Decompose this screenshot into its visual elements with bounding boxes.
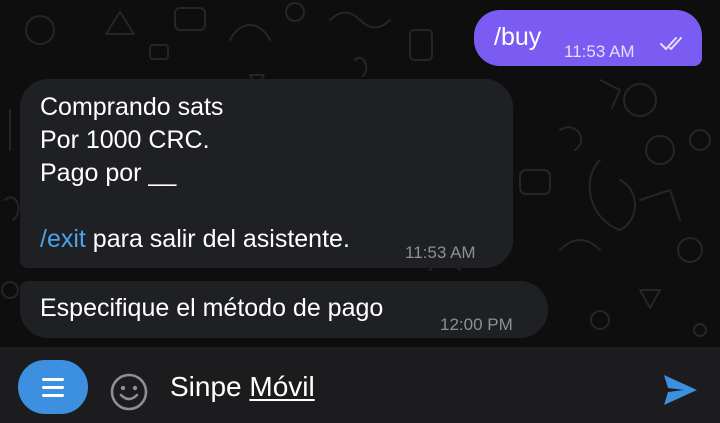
send-icon[interactable] bbox=[660, 372, 700, 408]
chat-screen: /buy 11:53 AM Comprando sats Por 1000 CR… bbox=[0, 0, 720, 423]
bot-message-exit-line: /exit para salir del asistente. bbox=[40, 223, 350, 256]
message-input-bar: Sinpe Móvil bbox=[0, 347, 720, 423]
smile-icon[interactable] bbox=[109, 372, 149, 412]
message-list[interactable]: /buy 11:53 AM Comprando sats Por 1000 CR… bbox=[0, 0, 720, 347]
bot-message-line: Pago por __ bbox=[40, 159, 177, 187]
bot-message-text: Especifique el método de pago bbox=[40, 294, 384, 322]
message-input-composing-text: Móvil bbox=[249, 371, 315, 402]
exit-command-link[interactable]: /exit bbox=[40, 225, 86, 253]
menu-icon bbox=[42, 378, 64, 381]
bot-message-line: Comprando sats bbox=[40, 93, 224, 121]
bot-message-time: 12:00 PM bbox=[440, 315, 513, 334]
bot-message-line: Por 1000 CRC. bbox=[40, 126, 210, 154]
outgoing-message-text: /buy bbox=[494, 23, 542, 51]
bot-message-blank-line bbox=[40, 190, 350, 223]
bot-message-bubble[interactable]: Comprando sats Por 1000 CRC. Pago por __… bbox=[20, 79, 513, 268]
menu-icon-line bbox=[42, 386, 64, 389]
bot-menu-button[interactable] bbox=[18, 360, 88, 414]
exit-command-description: para salir del asistente. bbox=[85, 225, 350, 253]
outgoing-message-bubble[interactable]: /buy 11:53 AM bbox=[474, 10, 702, 66]
message-input-text: Sinpe bbox=[170, 371, 250, 402]
outgoing-message-time: 11:53 AM bbox=[564, 42, 635, 61]
message-input[interactable]: Sinpe Móvil bbox=[170, 371, 315, 403]
menu-icon-line bbox=[42, 394, 64, 397]
double-check-icon bbox=[660, 37, 682, 50]
bot-message-bubble[interactable]: Especifique el método de pago 12:00 PM bbox=[20, 281, 548, 338]
bot-message-time: 11:53 AM bbox=[405, 243, 476, 262]
